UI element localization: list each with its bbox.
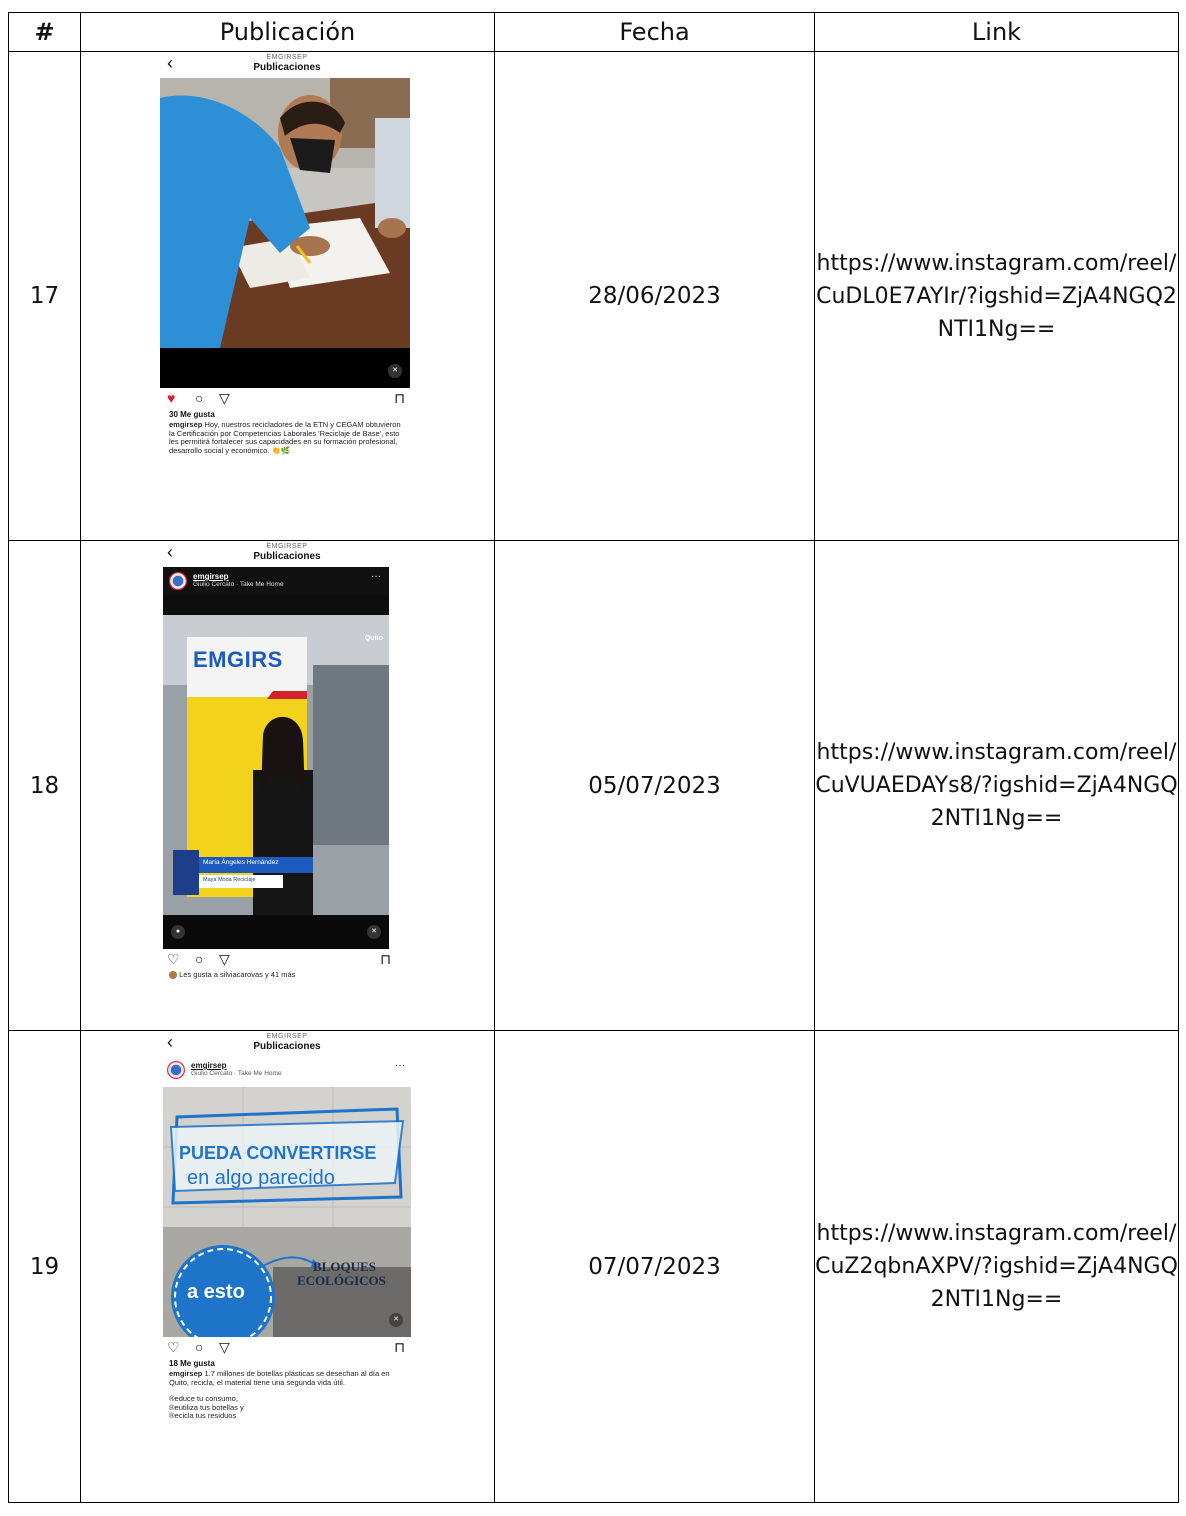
- avatar[interactable]: [169, 572, 187, 590]
- account-label: EMGIRSEP: [266, 543, 308, 550]
- comment-icon[interactable]: ○: [195, 391, 203, 405]
- quito-brand: Quito: [364, 635, 383, 642]
- mute-icon[interactable]: ✕: [389, 1313, 403, 1327]
- table-row: 17 ‹ EMGIRSEP Publicaciones ✕ ♥ ○ ▽ ⊓ 30…: [8, 51, 1179, 541]
- more-options-icon[interactable]: ···: [395, 1060, 405, 1071]
- publication-link[interactable]: https://www.instagram.com/reel/CuVUAEDAY…: [814, 540, 1179, 1031]
- publication-link[interactable]: https://www.instagram.com/reel/CuZ2qbnAX…: [814, 1030, 1179, 1503]
- reel-video[interactable]: PUEDA CONVERTIRSE en algo parecido a est…: [163, 1087, 411, 1337]
- header-date: Fecha: [494, 12, 815, 52]
- emgirs-sign: EMGIRS: [193, 647, 283, 672]
- caption-line: ®ecicla tus residuos: [169, 1411, 237, 1420]
- table-row: 18 ‹ EMGIRSEP Publicaciones emgirsep Giu…: [8, 540, 1179, 1031]
- header-number: #: [8, 12, 81, 52]
- publications-table: # Publicación Fecha Link 17 ‹ EMGIRSEP P…: [8, 12, 1179, 1503]
- publication-date: 28/06/2023: [494, 51, 815, 541]
- liked-by-text[interactable]: Les gusta a silviacarovas y 41 más: [179, 970, 295, 979]
- username[interactable]: emgirsep: [191, 1061, 227, 1070]
- publication-cell: ‹ EMGIRSEP Publicaciones emgirsep Giulio…: [80, 1030, 495, 1503]
- publication-date: 05/07/2023: [494, 540, 815, 1031]
- lower-third-name: María Ángeles Hernández: [203, 859, 279, 866]
- screen-title: Publicaciones: [253, 1041, 321, 1052]
- screen-title: Publicaciones: [253, 62, 321, 73]
- reel-header: emgirsep Giulio Cercato · Take Me Home ·…: [159, 1057, 415, 1087]
- music-label: Giulio Cercato · Take Me Home: [191, 1070, 282, 1077]
- more-options-icon[interactable]: ···: [371, 571, 381, 582]
- reel-video[interactable]: EMGIRS Quito María Ángeles Hernández May…: [163, 595, 389, 949]
- publication-date: 07/07/2023: [494, 1030, 815, 1503]
- like-count: 30 Me gusta: [169, 410, 215, 419]
- bookmark-icon[interactable]: ⊓: [394, 391, 405, 405]
- row-number: 18: [8, 540, 81, 1031]
- reel-header: emgirsep Giulio Cercato · Take Me Home ·…: [163, 567, 389, 595]
- post-topbar: ‹ EMGIRSEP Publicaciones: [159, 541, 415, 567]
- account-label: EMGIRSEP: [266, 1033, 308, 1040]
- caption-line: ®educe tu consumo,: [169, 1394, 238, 1403]
- send-icon[interactable]: ▽: [219, 1340, 230, 1354]
- post-actions: ♡ ○ ▽ ⊓: [159, 1337, 415, 1359]
- username[interactable]: emgirsep: [193, 572, 229, 581]
- post-actions: ♡ ○ ▽ ⊓: [159, 949, 415, 971]
- post-topbar: ‹ EMGIRSEP Publicaciones: [159, 1031, 415, 1057]
- caption-text: 1.7 millones de botellas plásticas se de…: [169, 1369, 390, 1387]
- post-screenshot: ‹ EMGIRSEP Publicaciones emgirsep Giulio…: [159, 541, 415, 980]
- account-label: EMGIRSEP: [266, 54, 308, 61]
- post-caption: emgirsep 1.7 millones de botellas plásti…: [159, 1368, 415, 1387]
- post-photo[interactable]: ✕: [160, 78, 410, 388]
- headline-line1: PUEDA CONVERTIRSE: [179, 1143, 377, 1163]
- row-number: 19: [8, 1030, 81, 1503]
- bookmark-icon[interactable]: ⊓: [380, 952, 391, 966]
- comment-icon[interactable]: ○: [195, 952, 203, 966]
- photo-workers-signing: [160, 78, 410, 388]
- publication-cell: ‹ EMGIRSEP Publicaciones emgirsep Giulio…: [80, 540, 495, 1031]
- heart-icon[interactable]: ♡: [167, 952, 180, 966]
- like-count: 18 Me gusta: [169, 1359, 215, 1368]
- mute-icon[interactable]: ✕: [388, 364, 402, 378]
- circle-text: a esto: [187, 1281, 245, 1303]
- post-topbar: ‹ EMGIRSEP Publicaciones: [159, 52, 415, 78]
- comment-icon[interactable]: ○: [195, 1340, 203, 1354]
- avatar[interactable]: [167, 1061, 185, 1079]
- post-actions: ♥ ○ ▽ ⊓: [159, 388, 415, 410]
- bookmark-icon[interactable]: ⊓: [394, 1340, 405, 1354]
- heart-icon[interactable]: ♡: [167, 1340, 180, 1354]
- reel-frame: emgirsep Giulio Cercato · Take Me Home ·…: [163, 567, 389, 949]
- row-number: 17: [8, 51, 81, 541]
- send-icon[interactable]: ▽: [219, 391, 230, 405]
- lower-third-role: Maya Moda Reciclaje: [203, 877, 256, 883]
- blocks-line2: ECOLÓGICOS: [297, 1273, 386, 1288]
- liked-by: Les gusta a silviacarovas y 41 más: [159, 970, 415, 980]
- table-row: 19 ‹ EMGIRSEP Publicaciones emgirsep Giu…: [8, 1030, 1179, 1503]
- post-screenshot: ‹ EMGIRSEP Publicaciones ✕ ♥ ○ ▽ ⊓ 30 Me…: [159, 52, 415, 455]
- caption-text: Hoy, nuestros recicladores de la ETN y C…: [169, 420, 401, 455]
- header-link: Link: [814, 12, 1179, 52]
- headline-line2: en algo parecido: [187, 1167, 335, 1189]
- screen-title: Publicaciones: [253, 551, 321, 562]
- publication-link[interactable]: https://www.instagram.com/reel/CuDL0E7AY…: [814, 51, 1179, 541]
- send-icon[interactable]: ▽: [219, 952, 230, 966]
- post-screenshot: ‹ EMGIRSEP Publicaciones emgirsep Giulio…: [159, 1031, 415, 1421]
- liker-avatar: [169, 971, 177, 980]
- post-caption: emgirsep Hoy, nuestros recicladores de l…: [159, 419, 415, 455]
- profile-icon[interactable]: ●: [171, 925, 185, 939]
- header-publication: Publicación: [80, 12, 495, 52]
- heart-icon[interactable]: ♥: [167, 391, 175, 405]
- mute-icon[interactable]: ✕: [367, 925, 381, 939]
- music-label: Giulio Cercato · Take Me Home: [193, 581, 284, 588]
- table-header-row: # Publicación Fecha Link: [8, 12, 1179, 52]
- publication-cell: ‹ EMGIRSEP Publicaciones ✕ ♥ ○ ▽ ⊓ 30 Me…: [80, 51, 495, 541]
